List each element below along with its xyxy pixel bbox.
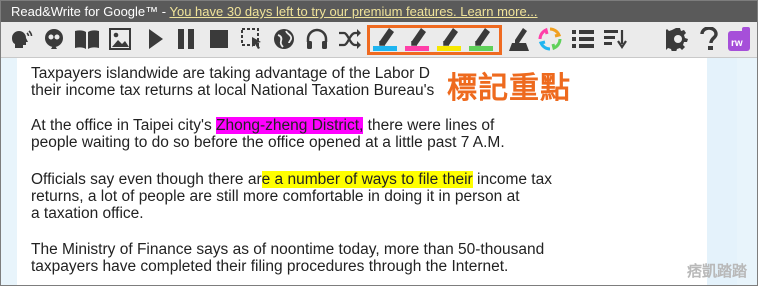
paragraph-line: The Ministry of Finance says as of noont… <box>31 241 545 258</box>
paragraph-line: taxpayers have completed their filing pr… <box>31 258 509 275</box>
paragraph-1: Taxpayers islandwide are taking advantag… <box>31 65 434 99</box>
paragraph-line: returns, a lot of people are still more … <box>31 188 520 205</box>
clear-highlights-icon[interactable] <box>506 26 532 52</box>
paragraph-line: At the office in Taipei city's Zhong-zhe… <box>31 117 505 134</box>
predict-word-icon[interactable] <box>41 26 67 52</box>
article-content: Taxpayers islandwide are taking advantag… <box>17 58 737 285</box>
text-span: At the office in Taipei city's <box>31 117 217 134</box>
paragraph-2: At the office in Taipei city's Zhong-zhe… <box>31 117 505 151</box>
pause-icon[interactable] <box>173 26 199 52</box>
settings-icon[interactable] <box>665 26 691 52</box>
paragraph-4: The Ministry of Finance says as of noont… <box>31 241 544 275</box>
paragraph-line: a taxation office. <box>31 205 144 222</box>
premium-banner: Read&Write for Google™ - You have 30 day… <box>1 1 757 22</box>
svg-text:rw: rw <box>731 38 743 49</box>
text-to-speech-voice-icon[interactable] <box>9 26 35 52</box>
simplify-page-icon[interactable] <box>337 26 363 52</box>
paragraph-line: people waiting to do so before the offic… <box>31 134 505 151</box>
banner-app-name: Read&Write for Google™ - <box>11 4 170 19</box>
paragraph-line: Officials say even though there are a nu… <box>31 171 552 188</box>
premium-promo-link[interactable]: You have 30 days left to try our premium… <box>169 4 537 19</box>
fact-finder-icon[interactable] <box>602 26 628 52</box>
highlighted-text-magenta[interactable]: Zhong-zheng District, <box>216 117 364 134</box>
paragraph-3: Officials say even though there are a nu… <box>31 171 552 222</box>
stop-icon[interactable] <box>206 26 232 52</box>
dictionary-icon[interactable] <box>74 26 100 52</box>
help-icon[interactable] <box>696 26 722 52</box>
play-icon[interactable] <box>142 26 168 52</box>
picture-dictionary-icon[interactable] <box>107 26 133 52</box>
text-span: Officials say even though there ar <box>31 171 262 188</box>
app-frame: Read&Write for Google™ - You have 30 day… <box>0 0 758 286</box>
page-side-panel <box>707 58 737 285</box>
paragraph-line: Taxpayers islandwide are taking advantag… <box>31 65 430 82</box>
highlighter-group-outline <box>367 25 502 55</box>
translator-icon[interactable] <box>271 26 297 52</box>
vocabulary-list-icon[interactable] <box>570 26 596 52</box>
screenshot-reader-icon[interactable] <box>239 26 265 52</box>
collect-highlights-icon[interactable] <box>537 26 563 52</box>
paragraph-line: their income tax returns at local Nation… <box>31 82 435 99</box>
watermark: 痞凱踏踏 <box>686 263 747 280</box>
highlight-callout-label: 標記重點 <box>447 72 571 105</box>
text-span: income tax <box>472 171 552 188</box>
rw-logo-icon[interactable]: rw <box>727 26 753 52</box>
text-span: there were lines of <box>363 117 495 134</box>
audio-maker-icon[interactable] <box>304 26 330 52</box>
highlighted-text-yellow[interactable]: e a number of ways to file their <box>261 171 473 188</box>
